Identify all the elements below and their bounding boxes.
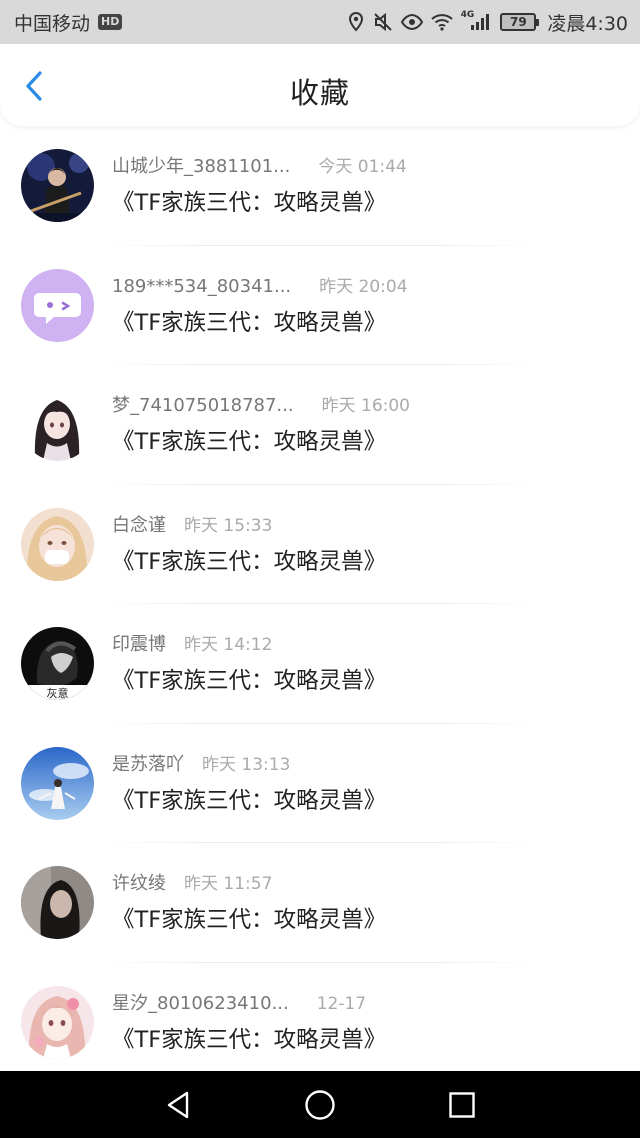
username[interactable]: 梦_741075018787...: [112, 395, 294, 417]
eye-icon: [400, 14, 423, 30]
favorite-item[interactable]: 灰意 印震博 昨天 14:12 《TF家族三代：攻略灵兽》: [0, 604, 640, 724]
avatar[interactable]: [21, 388, 94, 461]
favorite-item[interactable]: 是苏落吖 昨天 13:13 《TF家族三代：攻略灵兽》: [0, 724, 640, 843]
timestamp: 昨天 11:57: [184, 874, 273, 894]
favorite-item[interactable]: 白念谨 昨天 15:33 《TF家族三代：攻略灵兽》: [0, 485, 640, 604]
favorite-item[interactable]: 梦_741075018787... 昨天 16:00 《TF家族三代：攻略灵兽》: [0, 365, 640, 485]
timestamp: 昨天 16:00: [321, 396, 410, 416]
avatar[interactable]: 灰意: [21, 627, 94, 700]
book-title[interactable]: 《TF家族三代：攻略灵兽》: [112, 905, 386, 935]
item-meta: 梦_741075018787... 昨天 16:00: [112, 395, 410, 417]
item-meta: 印震博 昨天 14:12: [112, 634, 272, 656]
timestamp: 昨天 15:33: [184, 515, 273, 536]
item-meta: 许纹绫 昨天 11:57: [112, 873, 272, 895]
item-meta: 白念谨 昨天 15:33: [112, 515, 272, 537]
avatar[interactable]: [21, 149, 94, 222]
item-meta: 是苏落吖 昨天 13:13: [112, 754, 290, 776]
username[interactable]: 许纹绫: [112, 873, 166, 895]
back-triangle-icon: [167, 1091, 189, 1119]
timestamp: 昨天 20:04: [319, 276, 408, 297]
username[interactable]: 白念谨: [112, 515, 166, 537]
carrier-label: 中国移动: [14, 12, 91, 35]
book-title[interactable]: 《TF家族三代：攻略灵兽》: [112, 308, 386, 338]
username[interactable]: 印震博: [112, 634, 166, 656]
location-icon: [347, 12, 365, 32]
battery-level: 79: [500, 13, 537, 31]
favorite-item[interactable]: 许纹绫 昨天 11:57 《TF家族三代：攻略灵兽》: [0, 843, 640, 963]
nav-home-button[interactable]: [300, 1085, 340, 1125]
mute-icon: [373, 12, 393, 32]
book-title[interactable]: 《TF家族三代：攻略灵兽》: [112, 427, 386, 457]
avatar[interactable]: [21, 866, 94, 939]
avatar[interactable]: [21, 746, 94, 820]
avatar[interactable]: [21, 507, 94, 581]
signal-icon: 4G: [460, 10, 493, 31]
nav-back-button[interactable]: [158, 1085, 198, 1125]
battery-icon: 79: [500, 13, 540, 31]
favorite-item[interactable]: 山城少年_3881101... 今天 01:44 《TF家族三代：攻略灵兽》: [0, 126, 640, 246]
book-title[interactable]: 《TF家族三代：攻略灵兽》: [112, 188, 386, 218]
page-title: 收藏: [289, 76, 350, 110]
favorite-item[interactable]: 星汐_8010623410... 12-17 《TF家族三代：攻略灵兽》: [0, 963, 640, 1083]
avatar[interactable]: [21, 985, 94, 1059]
book-title[interactable]: 《TF家族三代：攻略灵兽》: [112, 1025, 386, 1055]
wifi-icon: [431, 13, 453, 31]
username[interactable]: 山城少年_3881101...: [112, 156, 290, 178]
username[interactable]: 是苏落吖: [112, 754, 184, 776]
timestamp: 昨天 14:12: [184, 635, 273, 655]
item-meta: 189***534_80341... 昨天 20:04: [112, 276, 408, 298]
timestamp: 今天 01:44: [318, 157, 407, 177]
hd-badge: HD: [98, 14, 123, 30]
system-nav-bar: [0, 1071, 640, 1138]
nav-recents-button[interactable]: [442, 1085, 482, 1125]
username[interactable]: 189***534_80341...: [112, 276, 291, 298]
network-type-label: 4G: [460, 10, 475, 20]
book-title[interactable]: 《TF家族三代：攻略灵兽》: [112, 547, 386, 577]
book-title[interactable]: 《TF家族三代：攻略灵兽》: [112, 666, 386, 696]
home-circle-icon: [305, 1090, 335, 1120]
username[interactable]: 星汐_8010623410...: [112, 993, 289, 1015]
timestamp: 12-17: [316, 993, 367, 1014]
avatar-caption: 灰意: [47, 686, 69, 700]
status-bar: 中国移动 HD 4G 79 凌晨4:30: [0, 0, 640, 44]
item-meta: 山城少年_3881101... 今天 01:44: [112, 156, 407, 178]
item-meta: 星汐_8010623410... 12-17: [112, 993, 366, 1015]
book-title[interactable]: 《TF家族三代：攻略灵兽》: [112, 786, 386, 816]
clock: 凌晨4:30: [547, 12, 628, 35]
timestamp: 昨天 13:13: [202, 754, 291, 775]
avatar[interactable]: [21, 268, 94, 342]
favorite-item[interactable]: 189***534_80341... 昨天 20:04 《TF家族三代：攻略灵兽…: [0, 246, 640, 365]
title-bar: 收藏: [0, 44, 640, 126]
favorites-list: 山城少年_3881101... 今天 01:44 《TF家族三代：攻略灵兽》 1…: [0, 126, 640, 1082]
recents-square-icon: [449, 1092, 475, 1118]
